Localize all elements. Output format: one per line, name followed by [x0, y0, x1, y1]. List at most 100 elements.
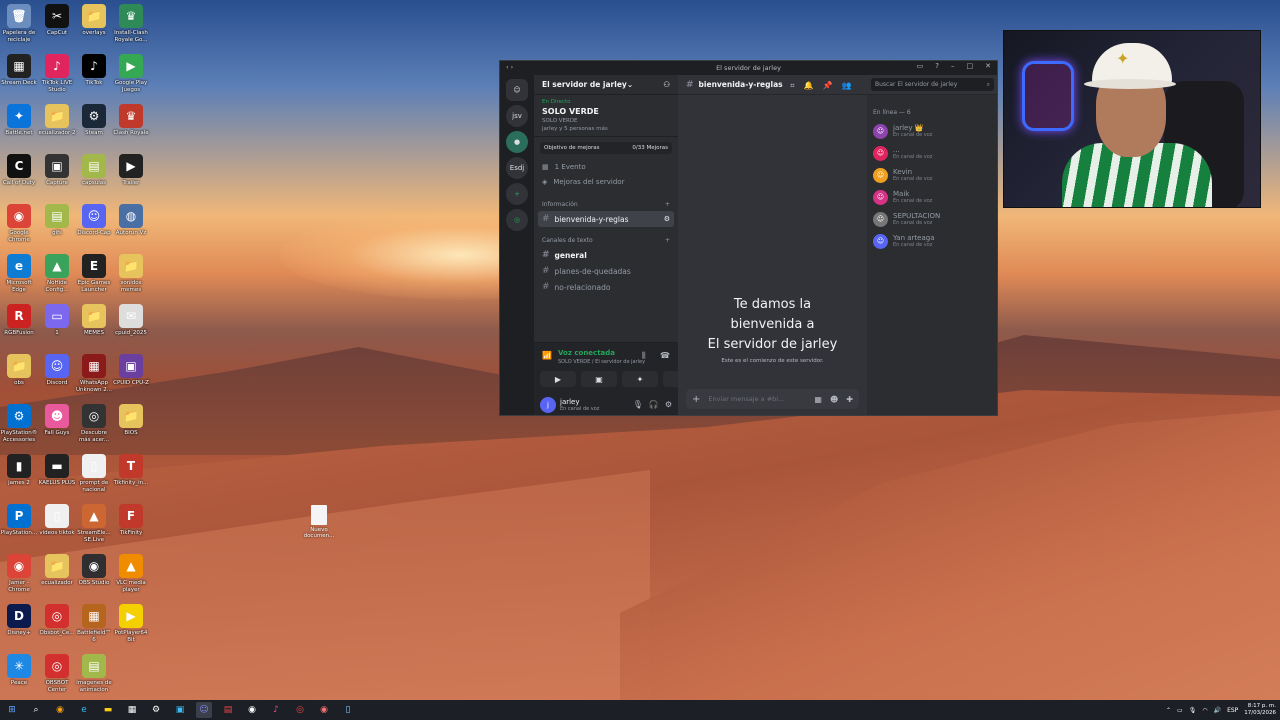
settings-icon[interactable]: ⚙ [664, 215, 670, 223]
search-input[interactable]: Buscar El servidor de jarley ⌕ [871, 78, 994, 91]
desktop-icon[interactable]: D Disney+ [0, 604, 38, 637]
desktop-icon[interactable]: ◉ OBS Studio [75, 554, 113, 587]
server-icon-esdj[interactable]: Esdj [506, 157, 528, 179]
desktop-icon[interactable]: ☺ Discord [38, 354, 76, 387]
desktop-icon[interactable]: ✉ cpuid_2025 [112, 304, 150, 337]
events-item[interactable]: ▦ 1 Evento [534, 159, 678, 174]
desktop-icon[interactable]: ▣ Capture [38, 154, 76, 187]
channel-general[interactable]: # general [538, 247, 674, 263]
video-app-icon[interactable]: ▤ [220, 702, 236, 718]
tiktok-live-icon[interactable]: ♪ [268, 702, 284, 718]
back-arrow-icon[interactable]: ‹ › [506, 63, 513, 71]
desktop-icon[interactable]: 📁 MEMES [75, 304, 113, 337]
desktop-icon[interactable]: 📁 obs [0, 354, 38, 387]
desktop-icon[interactable]: 📁 ecualizador [38, 554, 76, 587]
desktop-icon[interactable]: ◉ Google Chrome [0, 204, 38, 243]
desktop-icon[interactable]: ◎ Descubre más acer... [75, 404, 113, 443]
desktop-icon[interactable]: ♛ Clash Royale [112, 104, 150, 137]
desktop-icon[interactable]: R RGBFusion [0, 304, 38, 337]
help-icon[interactable]: ? [935, 62, 939, 70]
desktop-icon[interactable]: ▦ Battlefield™ 6 [75, 604, 113, 643]
desktop-icon[interactable]: ▶ PotPlayer64 Bit [112, 604, 150, 643]
desktop-icon[interactable]: ▭ 1 [38, 304, 76, 337]
desktop-icon[interactable]: ▤ gifs [38, 204, 76, 237]
desktop-icon[interactable]: ▬ KAELUS PLUS [38, 454, 76, 487]
channel-unrelated[interactable]: # no-relacionado [538, 279, 674, 295]
server-header[interactable]: El servidor de jarley ⌄ ⚇ [534, 75, 678, 95]
desktop-icon[interactable]: ♪ TikTok [75, 54, 113, 87]
desktop-icon[interactable]: ▤ imagenes de animacion [75, 654, 113, 693]
desktop-icon[interactable]: ▦ Stream Deck [0, 54, 38, 87]
member-row[interactable]: ☺ Yan arteaga En canal de voz [873, 230, 992, 252]
steam-icon[interactable]: ⚙ [148, 702, 164, 718]
desktop-icon[interactable]: P PlayStation... [0, 504, 38, 537]
microphone-icon[interactable]: 🎙 [633, 400, 643, 409]
close-button[interactable]: ✕ [985, 62, 991, 70]
discord-icon[interactable]: ☺ [196, 702, 212, 718]
desktop-icon[interactable]: ▲ VLC media player [112, 554, 150, 593]
disconnect-icon[interactable]: ☎ [660, 351, 670, 360]
gift-icon[interactable]: ▦ [814, 395, 822, 404]
desktop-icon[interactable]: 🗑 Papelera de reciclaje [0, 4, 38, 43]
search-icon[interactable]: ⌕ [28, 702, 44, 718]
discord-home-icon[interactable]: ☺ [506, 79, 528, 101]
message-input[interactable]: + Enviar mensaje a #bi... ▦ ☻ ✚ [686, 389, 859, 409]
desktop-icon[interactable]: ☻ Fall Guys [38, 404, 76, 437]
chrome-icon[interactable]: ◉ [316, 702, 332, 718]
member-row[interactable]: ☺... En canal de voz [873, 142, 992, 164]
chevron-up-icon[interactable]: ⌃ [1166, 707, 1171, 714]
mic-tray-icon[interactable]: 🎙 [1189, 707, 1197, 714]
desktop-icon-new-document[interactable]: Nuevo documen... [302, 505, 336, 539]
desktop-icon[interactable]: 📁 BIOS [112, 404, 150, 437]
clock[interactable]: 8:17 p. m. 17/03/2026 [1244, 703, 1276, 717]
emoji-icon[interactable]: ☻ [830, 395, 838, 404]
gear-icon[interactable]: ⚙ [665, 400, 672, 409]
notepad-icon[interactable]: ▯ [340, 702, 356, 718]
desktop-icon[interactable]: ♛ Install-Clash Royale Go... [112, 4, 150, 43]
activities-button[interactable]: ✦ [622, 371, 658, 387]
bell-icon[interactable]: 🔔 [804, 81, 814, 91]
desktop-icon[interactable]: ✂ CapCut [38, 4, 76, 37]
screen-share-button[interactable]: ▣ [581, 371, 617, 387]
maximize-button[interactable]: □ [967, 62, 974, 70]
live-stage-card[interactable]: En Directo SOLO VERDE SOLO VERDE jarley … [534, 95, 678, 137]
browser-icon[interactable]: ◉ [52, 702, 68, 718]
desktop-icon[interactable]: ⚙ PlayStation® Accessories [0, 404, 38, 443]
add-channel-icon[interactable]: + [665, 237, 670, 244]
channel-welcome[interactable]: # bienvenida-y-reglas ⚙ [538, 211, 674, 227]
explore-icon[interactable]: ◎ [506, 209, 528, 231]
stream-deck-icon[interactable]: ▦ [124, 702, 140, 718]
category-text-channels[interactable]: Canales de texto + [534, 233, 678, 247]
wifi-icon[interactable]: ◠ [1202, 707, 1207, 714]
desktop-icon[interactable]: ▣ CPUID CPU-Z [112, 354, 150, 387]
desktop-icon[interactable]: T Tikfinity_in... [112, 454, 150, 487]
desktop-icon[interactable]: ▶ Trailer [112, 154, 150, 187]
desktop-icon[interactable]: ◎ Obsbot_Ce... [38, 604, 76, 637]
desktop-icon[interactable]: ▮ james 2 [0, 454, 38, 487]
obsbot-icon[interactable]: ◎ [292, 702, 308, 718]
file-explorer-icon[interactable]: ▬ [100, 702, 116, 718]
add-server-icon[interactable]: + [506, 183, 528, 205]
server-icon-jsv[interactable]: jsv [506, 105, 528, 127]
desktop-icon[interactable]: F TikFinity [112, 504, 150, 537]
desktop-icon[interactable]: ◍ Autorun Vz [112, 204, 150, 237]
desktop-icon[interactable]: e Microsoft Edge [0, 254, 38, 293]
channel-plans[interactable]: # planes-de-quedadas [538, 263, 674, 279]
desktop-icon[interactable]: 📁 ecualizador 2 [38, 104, 76, 137]
desktop-icon[interactable]: ▲ StreamEle... SE.Live [75, 504, 113, 543]
obs-icon[interactable]: ◉ [244, 702, 260, 718]
member-row[interactable]: ☺ Maik En canal de voz [873, 186, 992, 208]
desktop-icon[interactable]: ◎ OBSBOT Center [38, 654, 76, 693]
server-icon-avatar[interactable]: ● [506, 131, 528, 153]
camera-button[interactable]: ▶ [540, 371, 576, 387]
desktop-icon[interactable]: ✦ Battle.net [0, 104, 38, 137]
desktop-icon[interactable]: ♪ TikTok LIVE Studio [38, 54, 76, 93]
add-channel-icon[interactable]: + [665, 201, 670, 208]
store-icon[interactable]: ▣ [172, 702, 188, 718]
member-list-icon[interactable]: 👥 [841, 81, 851, 91]
member-row[interactable]: ☺ Kevin En canal de voz [873, 164, 992, 186]
network-icon[interactable]: ▭ [1177, 707, 1183, 714]
boost-goal[interactable]: Objetivo de mejoras 0/33 Mejoras [540, 142, 672, 154]
apps-icon[interactable]: ✚ [846, 395, 853, 404]
category-information[interactable]: Información + [534, 197, 678, 211]
